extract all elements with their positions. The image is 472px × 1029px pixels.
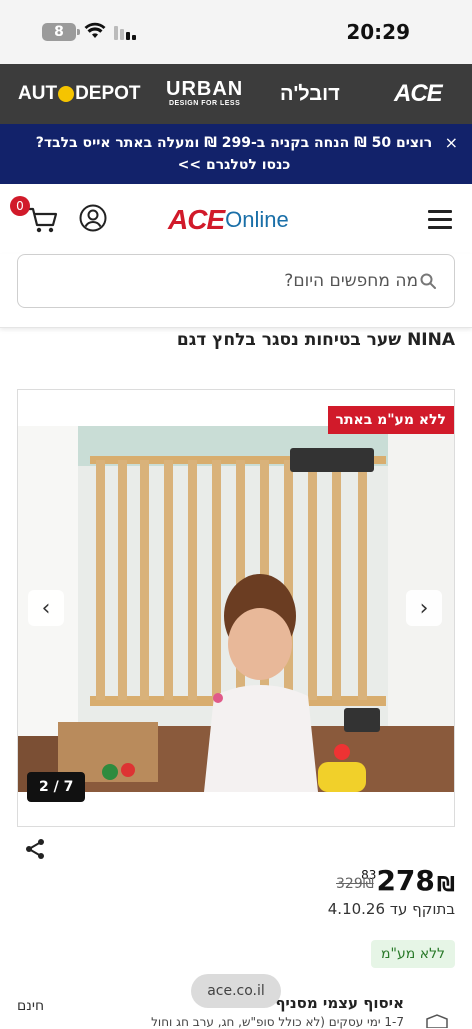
old-price: 329₪ [336,876,374,892]
ace-logo-text: ACE [394,80,443,107]
gallery-prev-button[interactable]: ‹ [28,590,64,626]
valid-until: בתוקף עד 4.10.26 [327,900,455,918]
product-image[interactable] [18,426,454,792]
gallery-next-button[interactable]: › [406,590,442,626]
no-vat-chip: ללא מע"מ [371,940,455,968]
pickup-price: חינם [17,998,45,1014]
user-icon[interactable] [79,204,107,232]
price-block: ₪ 278 83 [361,864,455,897]
status-bar: 8 20:29 [0,0,472,64]
price-integer: 278 [376,864,435,897]
cart-icon[interactable] [26,206,58,234]
price-currency: ₪ [436,872,455,896]
promo-text: רוצים 50 ₪ הנחה בקניה ב-299 ₪ ומעלה באתר… [35,135,433,173]
pickup-title: איסוף עצמי מסניף [275,994,404,1012]
urban-tagline: DESIGN FOR LESS [168,100,241,107]
autodepot-text-right: DEPOT [75,83,141,104]
share-icon[interactable] [24,838,46,860]
brand-ace-link[interactable]: ACE [394,64,443,124]
hamburger-menu-icon[interactable] [428,210,452,229]
brand-autodepot-link[interactable]: AUT DEPOT [18,64,141,124]
status-time: 20:29 [346,20,410,44]
site-logo[interactable]: ACE Online [168,202,289,238]
search-input[interactable] [28,255,418,307]
cart-count-badge: 0 [10,196,30,216]
battery-icon: 8 [42,23,80,41]
brand-dubla-link[interactable]: דובל'ה [280,64,340,124]
autodepot-dot-icon [58,86,75,102]
product-gallery[interactable]: ללא מע"מ באתר ‹ › 2 / 7 [17,389,455,827]
brand-strip: AUT DEPOT URBAN DESIGN FOR LESS דובל'ה AC… [0,64,472,124]
dubla-logo-text: דובל'ה [280,82,340,105]
logo-online: Online [225,207,289,232]
store-icon [426,1014,448,1028]
promo-banner[interactable]: × רוצים 50 ₪ הנחה בקניה ב-299 ₪ ומעלה בא… [0,124,472,184]
logo-ace: ACE [168,204,225,235]
gallery-counter: 2 / 7 [27,772,86,802]
search-icon[interactable] [420,273,436,289]
search-box [17,254,455,308]
close-icon[interactable]: × [445,132,458,154]
search-section [0,254,472,328]
brand-urban-link[interactable]: URBAN DESIGN FOR LESS [166,64,243,124]
urban-logo-text: URBAN [166,78,244,100]
signal-icon [114,26,136,40]
wifi-icon [84,22,106,38]
site-header: 0 ACE Online [0,184,472,254]
no-vat-badge: ללא מע"מ באתר [327,406,454,434]
pickup-subtitle: 1-7 ימי עסקים (לא כולל סופ"ש, חג, ערב חג… [151,1015,404,1029]
autodepot-text-left: AUT [18,83,58,104]
product-title: NINA שער בטיחות נסגר בלחץ דגם [176,330,455,350]
url-pill[interactable]: ace.co.il [191,974,281,1008]
